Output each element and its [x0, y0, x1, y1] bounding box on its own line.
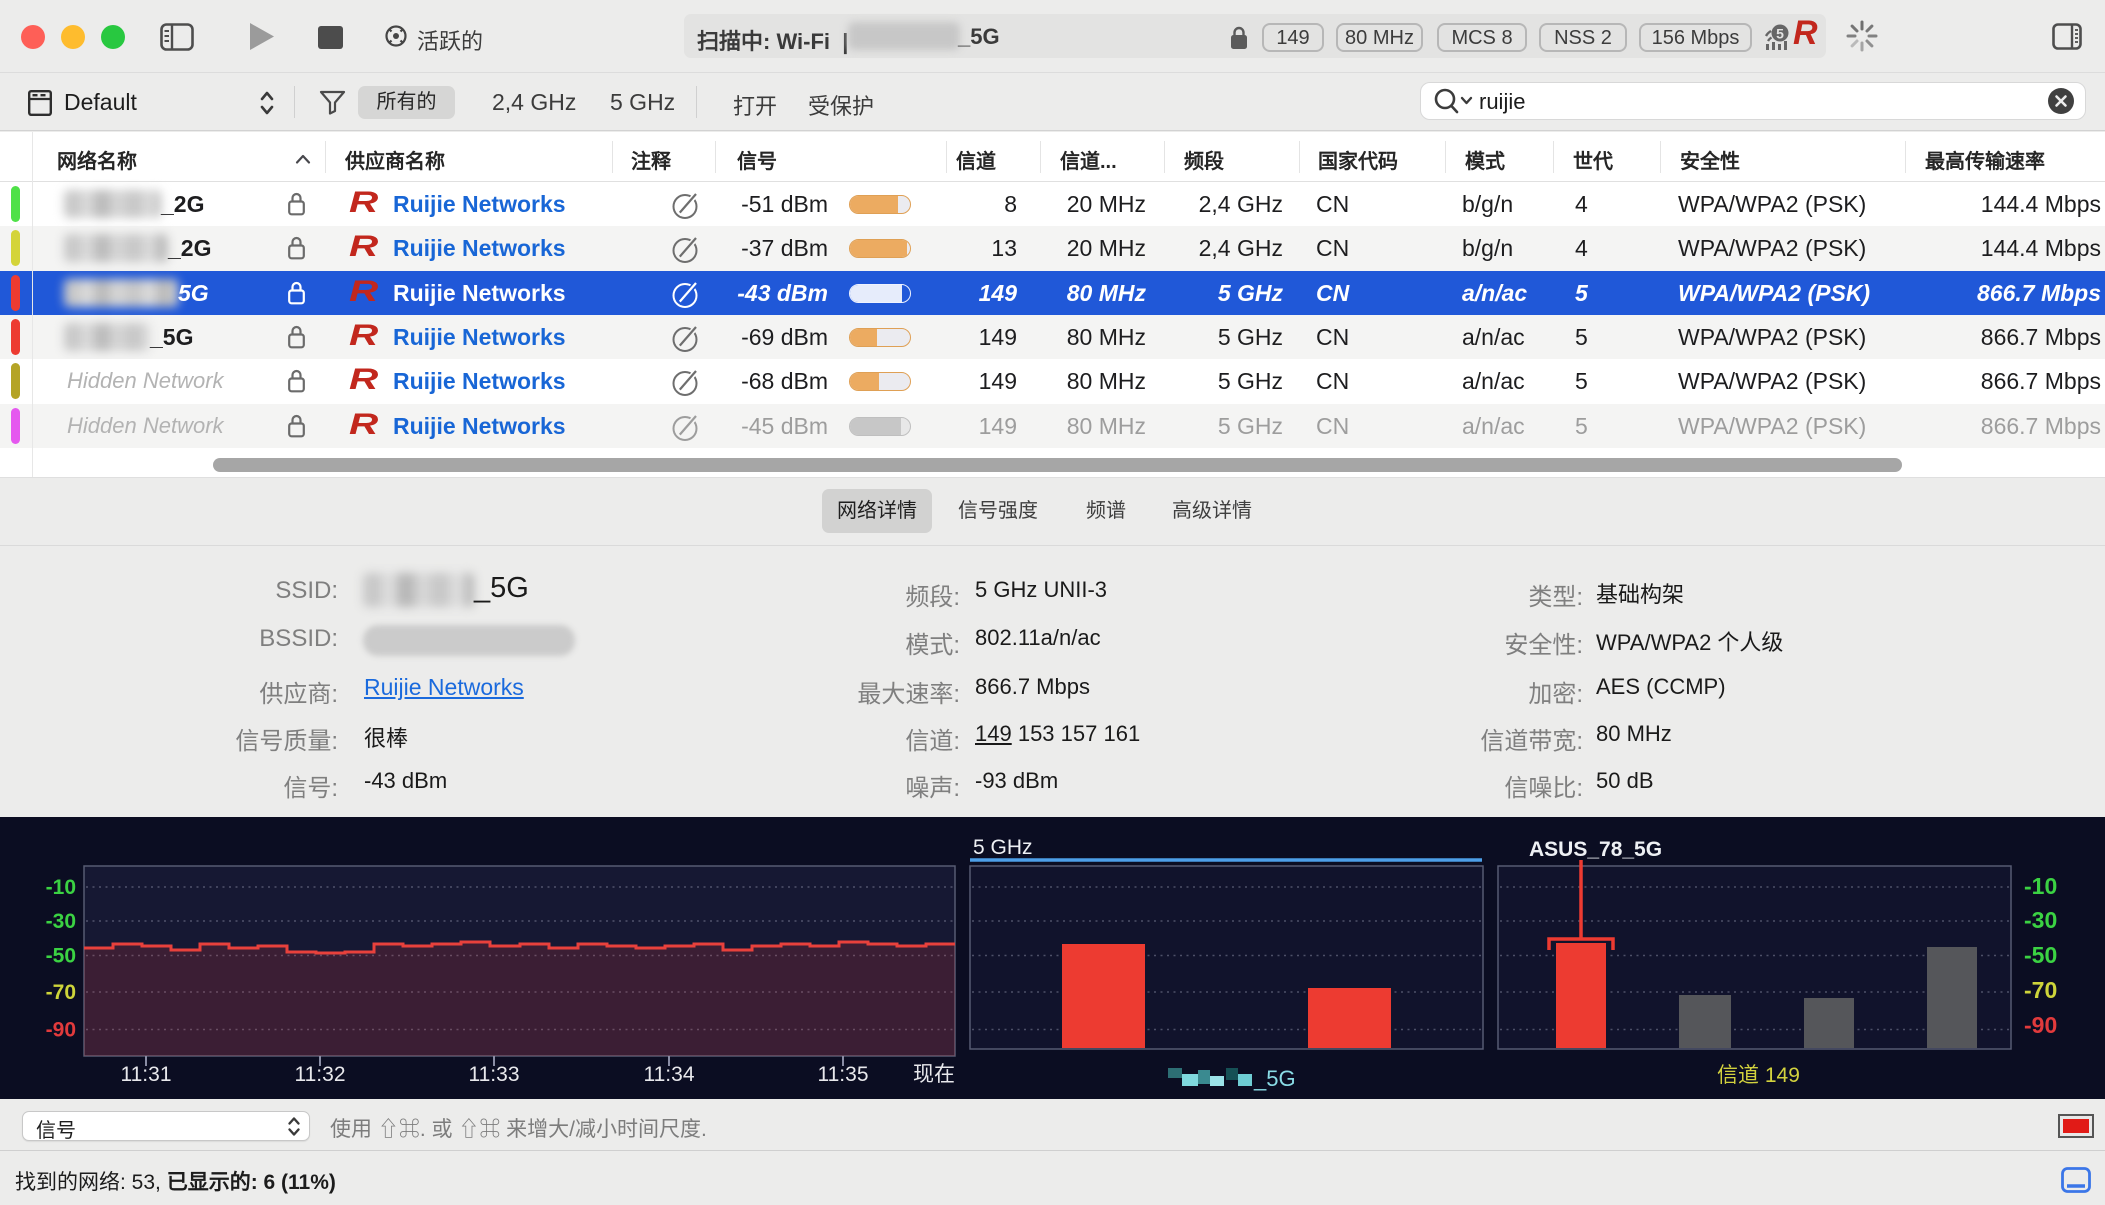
svg-text:ASUS_78_5G: ASUS_78_5G: [1529, 838, 1662, 861]
svg-text:信道 149: 信道 149: [1717, 1064, 1800, 1087]
svg-text:11:32: 11:32: [295, 1063, 346, 1086]
svg-text:-90: -90: [2024, 1012, 2057, 1038]
svg-text:现在: 现在: [913, 1063, 955, 1086]
svg-text:-70: -70: [46, 981, 76, 1004]
svg-text:5 GHz: 5 GHz: [973, 836, 1033, 859]
svg-text:-90: -90: [46, 1019, 76, 1042]
svg-text:11:35: 11:35: [818, 1063, 869, 1086]
svg-text:-10: -10: [46, 876, 76, 899]
svg-text:_5G: _5G: [1253, 1066, 1296, 1091]
svg-text:-30: -30: [2024, 907, 2057, 933]
svg-text:-30: -30: [46, 910, 76, 933]
svg-text:11:34: 11:34: [644, 1063, 695, 1086]
svg-text:-50: -50: [46, 945, 76, 968]
svg-text:5: 5: [1776, 26, 1784, 42]
svg-text:11:31: 11:31: [121, 1063, 172, 1086]
svg-text:-10: -10: [2024, 873, 2057, 899]
svg-text:11:33: 11:33: [469, 1063, 520, 1086]
svg-text:-50: -50: [2024, 942, 2057, 968]
svg-text:-70: -70: [2024, 977, 2057, 1003]
